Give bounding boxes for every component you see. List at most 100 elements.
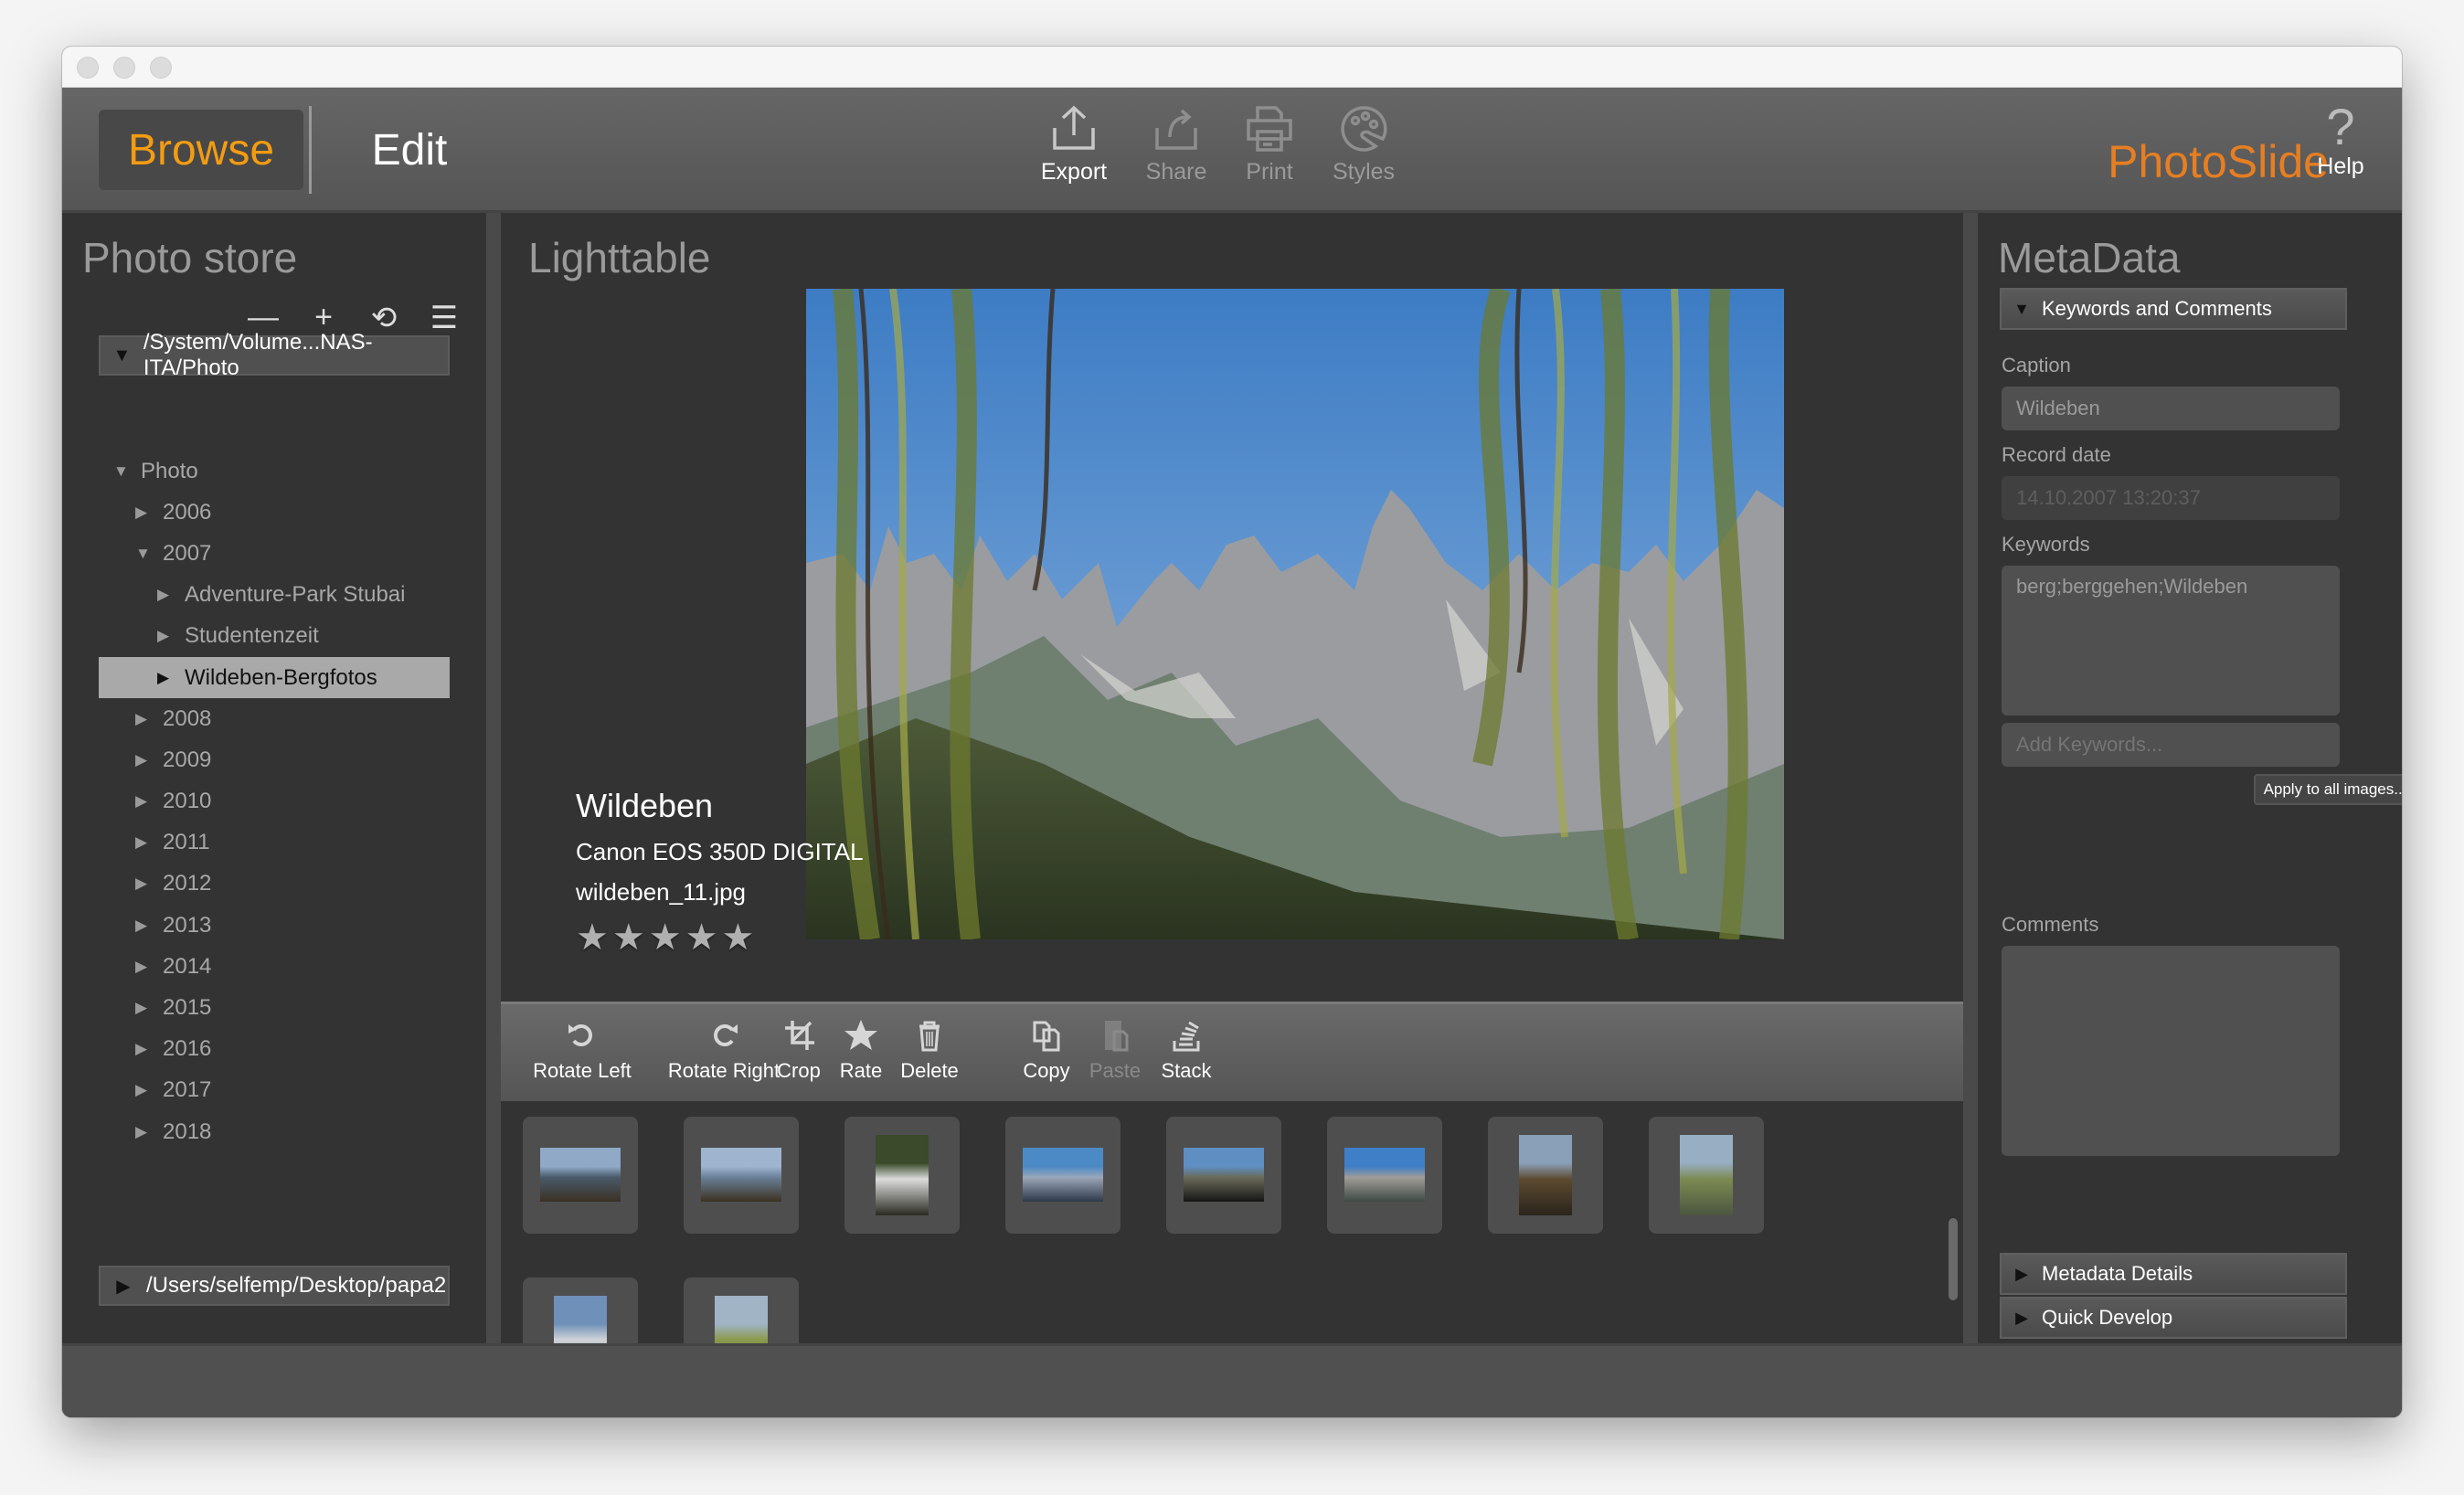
comments-field[interactable] <box>2002 946 2340 1156</box>
browse-mode-button[interactable]: Browse <box>99 110 303 190</box>
chevron-right-icon[interactable]: ▶ <box>157 669 177 687</box>
tree-item[interactable]: ▶ Studentenzeit <box>99 616 450 657</box>
chevron-right-icon[interactable]: ▶ <box>135 958 155 976</box>
thumbnail[interactable] <box>1166 1117 1281 1234</box>
help-icon: ? <box>2326 98 2355 155</box>
main-photo[interactable] <box>806 289 1784 939</box>
export-button[interactable]: Export <box>1024 104 1124 186</box>
metadata-pane: MetaData ▼ Keywords and Comments Caption… <box>1978 213 2402 1343</box>
chevron-down-icon[interactable]: ▼ <box>135 545 155 563</box>
thumbnail[interactable] <box>1649 1117 1764 1234</box>
chevron-right-icon[interactable]: ▶ <box>135 1040 155 1058</box>
tree-item[interactable]: ▶ 2018 <box>99 1111 450 1152</box>
quick-develop-section[interactable]: ▶ Quick Develop <box>2000 1297 2347 1339</box>
rating-star[interactable]: ★ <box>649 917 682 959</box>
tree-item[interactable]: ▶ 2016 <box>99 1029 450 1070</box>
rating-star[interactable]: ★ <box>576 917 609 959</box>
chevron-right-icon[interactable]: ▶ <box>135 1081 155 1099</box>
zoom-window-button[interactable] <box>150 57 172 79</box>
trash-icon <box>919 1021 940 1052</box>
main-toolbar: Browse Edit Export Share Print Styles Ph… <box>62 88 2402 213</box>
add-keywords-input[interactable] <box>2002 723 2340 767</box>
minimize-window-button[interactable] <box>113 57 135 79</box>
close-window-button[interactable] <box>77 57 99 79</box>
tree-item[interactable]: ▶ Wildeben-Bergfotos <box>99 656 450 699</box>
tree-item[interactable]: ▼ Photo <box>99 451 450 492</box>
delete-button[interactable]: Delete <box>888 1017 971 1083</box>
tree-item[interactable]: ▼ 2007 <box>99 533 450 574</box>
rating-star[interactable]: ★ <box>721 917 754 959</box>
tree-item[interactable]: ▶2019 <box>99 1152 450 1163</box>
apply-to-all-button[interactable]: Apply to all images... <box>2254 774 2402 805</box>
tree-item[interactable]: ▶ 2008 <box>99 698 450 739</box>
chevron-down-icon[interactable]: ▼ <box>113 462 133 481</box>
thumbnail-image <box>701 1148 781 1202</box>
chevron-right-icon[interactable]: ▶ <box>135 917 155 935</box>
chevron-right-icon[interactable]: ▶ <box>135 710 155 728</box>
stack-button[interactable]: Stack <box>1150 1017 1223 1083</box>
print-button[interactable]: Print <box>1219 104 1320 186</box>
rating-star[interactable]: ★ <box>685 917 718 959</box>
chevron-right-icon[interactable]: ▶ <box>135 999 155 1017</box>
tree-item[interactable]: ▶ 2006 <box>99 492 450 533</box>
folder-tree: ▼ Photo ▶ 2006 ▼ 2007 ▶ Adventure-Park Stubai ▶ S… <box>99 451 450 1163</box>
tree-item[interactable]: ▶ 2009 <box>99 739 450 780</box>
tree-item[interactable]: ▶ 2014 <box>99 946 450 987</box>
rating-star[interactable]: ★ <box>612 917 645 959</box>
keywords-field[interactable]: berg;berggehen;Wildeben <box>2002 566 2340 716</box>
export-label: Export <box>1040 159 1108 185</box>
thumbnail[interactable] <box>1327 1117 1442 1234</box>
tree-item[interactable]: ▶ 2017 <box>99 1070 450 1111</box>
tree-root-nas[interactable]: ▼ /System/Volume...NAS-ITA/Photo <box>99 330 450 380</box>
thumbnail[interactable] <box>844 1117 960 1234</box>
paste-button[interactable]: Paste <box>1078 1017 1152 1083</box>
chevron-right-icon[interactable]: ▶ <box>135 1123 155 1141</box>
chevron-right-icon[interactable]: ▶ <box>135 833 155 852</box>
action-label: Paste <box>1089 1059 1142 1082</box>
rate-button[interactable]: Rate <box>824 1017 897 1083</box>
thumbnail[interactable] <box>523 1117 638 1234</box>
tree-item[interactable]: ▶ 2010 <box>99 781 450 822</box>
thumbnail-image <box>1680 1135 1733 1215</box>
tree-item[interactable]: ▶ 2015 <box>99 987 450 1028</box>
thumbnail[interactable] <box>1488 1117 1603 1234</box>
metadata-details-section[interactable]: ▶ Metadata Details <box>2000 1253 2347 1295</box>
mode-separator <box>309 106 312 194</box>
record-date-field[interactable] <box>2002 476 2340 520</box>
app-brand: PhotoSlide <box>2108 136 2329 187</box>
help-button[interactable]: ? Help <box>2299 101 2382 180</box>
chevron-right-icon[interactable]: ▶ <box>135 875 155 893</box>
export-icon <box>1053 105 1095 150</box>
styles-button[interactable]: Styles <box>1313 104 1414 186</box>
edit-mode-button[interactable]: Edit <box>336 110 483 190</box>
paste-icon <box>1105 1021 1129 1052</box>
copy-icon <box>1033 1021 1060 1052</box>
chevron-right-icon[interactable]: ▶ <box>101 1275 146 1298</box>
caption-field[interactable] <box>2002 387 2340 430</box>
tree-item[interactable]: ▶ 2012 <box>99 864 450 905</box>
chevron-right-icon[interactable]: ▶ <box>157 586 177 604</box>
chevron-right-icon[interactable]: ▶ <box>135 792 155 811</box>
tree-root-desktop[interactable]: ▶ /Users/selfemp/Desktop/papa2 <box>99 1266 450 1306</box>
pane-splitter-left[interactable] <box>486 213 501 1343</box>
copy-button[interactable]: Copy <box>1005 1017 1088 1083</box>
rotate-left-button[interactable]: Rotate Left <box>523 1017 642 1083</box>
tree-item[interactable]: ▶ 2011 <box>99 822 450 864</box>
pane-splitter-right[interactable] <box>1963 213 1978 1343</box>
keywords-comments-section[interactable]: ▼ Keywords and Comments <box>2000 288 2347 330</box>
thumbnail-image <box>1023 1148 1103 1202</box>
chevron-down-icon[interactable]: ▼ <box>101 345 143 366</box>
chevron-right-icon[interactable]: ▶ <box>135 504 155 522</box>
thumbnail[interactable] <box>1005 1117 1120 1234</box>
thumbnail[interactable] <box>684 1117 799 1234</box>
scrollbar-thumb[interactable] <box>1949 1218 1958 1300</box>
photo-action-bar: Rotate Left Rotate Right Crop Rate Delete Cop… <box>501 1002 1963 1101</box>
chevron-right-icon[interactable]: ▶ <box>135 751 155 769</box>
chevron-right-icon[interactable]: ▶ <box>157 627 177 645</box>
thumbnail-scrollbar[interactable] <box>1949 1104 1960 1369</box>
tree-item[interactable]: ▶ Adventure-Park Stubai <box>99 575 450 616</box>
rating-stars: ★ ★ ★ ★ ★ <box>576 917 754 959</box>
share-button[interactable]: Share <box>1126 104 1227 186</box>
tree-item[interactable]: ▶ 2013 <box>99 905 450 946</box>
tree-root-label: /Users/selfemp/Desktop/papa2 <box>146 1273 447 1298</box>
